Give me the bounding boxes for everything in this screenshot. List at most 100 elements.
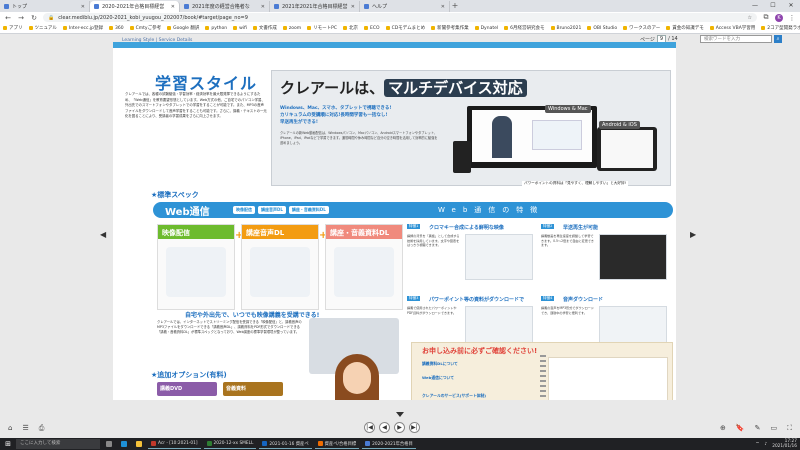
home-icon[interactable]: ⌂ — [8, 424, 12, 433]
feature-number: 特徴2 — [541, 224, 555, 229]
menu-icon[interactable]: ⋮ — [788, 14, 796, 22]
bookmark-item[interactable]: ワークスのアー — [623, 25, 660, 31]
taskbar-app[interactable]: 2020-2021年合格目 — [362, 439, 416, 449]
search-icon[interactable]: ⌕ — [774, 35, 782, 43]
bookmark-folder-icon — [504, 26, 509, 30]
feature-title: クロマキー合成による鮮明な映像 — [429, 225, 504, 231]
tab-title: 2020-2021年合格目標経営 — [102, 4, 165, 10]
close-icon[interactable]: ✕ — [261, 4, 265, 10]
bookmark-item[interactable]: 北京 — [343, 25, 358, 31]
feature-title: 早送再生が可能 — [563, 225, 599, 231]
page-slider-handle[interactable] — [396, 412, 404, 417]
extensions-icon[interactable]: ⧉ — [762, 13, 770, 22]
bookmark-item[interactable]: Inter-ecc.jp登録 — [62, 25, 103, 31]
bookmark-item[interactable]: zoom — [282, 26, 301, 31]
prev-page-arrow-icon[interactable]: ◀ — [100, 230, 106, 239]
minimize-icon[interactable]: — — [746, 0, 764, 12]
bookmark-folder-icon — [62, 26, 67, 30]
bookmark-item[interactable]: 360 — [109, 26, 124, 31]
card-title: 講座音声DL — [242, 225, 318, 239]
first-page-button[interactable]: |◀ — [364, 422, 375, 433]
bookmark-item[interactable]: 2コア型開発ラボ — [761, 25, 800, 31]
feature-text: 講義で使用されたパワーポイントやPDF資料がダウンロードできます。 — [407, 306, 457, 315]
edge-icon[interactable] — [118, 439, 130, 449]
new-tab-button[interactable]: + — [450, 1, 460, 12]
print-icon[interactable]: ⎙ — [39, 424, 45, 433]
bookmark-item[interactable]: Bruno2021 — [550, 26, 581, 31]
back-icon[interactable]: ← — [4, 14, 12, 22]
network-icon[interactable]: ⌔ — [755, 441, 759, 447]
taskbar-search-input[interactable]: ここに入力して検索 — [16, 439, 100, 449]
pen-icon[interactable]: ✎ — [755, 424, 761, 433]
last-page-button[interactable]: ▶| — [409, 422, 420, 433]
task-view-icon[interactable] — [103, 439, 115, 449]
web-tag: 講座・音義資料DL — [288, 206, 329, 214]
bookmark-folder-icon — [3, 26, 7, 30]
bookmark-item[interactable]: リモートPC — [307, 25, 337, 31]
explorer-icon[interactable] — [133, 439, 145, 449]
close-icon[interactable]: ✕ — [441, 4, 445, 10]
bookmark-item[interactable]: 6月経営研究会モ — [504, 25, 545, 31]
next-page-button[interactable]: ▶ — [394, 422, 405, 433]
card-title: 映像配信 — [158, 225, 234, 239]
notice-title: お申し込み前に必ずご確認ください! — [422, 347, 538, 355]
banner-bullets: Windows、Mac、スマホ、タブレットで視聴できる! カリキュラムの受講順に… — [280, 105, 440, 126]
bookmark-item[interactable]: wifi — [233, 26, 247, 31]
bookmark-item[interactable]: アプリ — [3, 25, 23, 31]
tab-title: ヘルプ — [372, 4, 388, 10]
forward-icon[interactable]: → — [17, 14, 25, 22]
taskbar-app[interactable]: 資産ペ/合格目標 — [314, 439, 360, 449]
clock[interactable]: 17:27 2021/01/16 — [772, 439, 797, 449]
browser-tab-active[interactable]: 2020-2021年合格目標経営 ✕ — [90, 1, 180, 12]
volume-icon[interactable]: ♪ — [764, 442, 767, 447]
tablet-icon — [334, 247, 394, 297]
tagline: 自宅や外出先で、いつでも映像講義を受講できる! — [185, 312, 320, 319]
toc-icon[interactable]: ☰ — [22, 424, 28, 433]
browser-tab[interactable]: 2021年2021年合格目標経営 ✕ — [270, 1, 360, 12]
taskbar-app[interactable]: 2020-12-xx SMELL — [203, 439, 257, 449]
bookmark-item[interactable]: 文書作成 — [252, 25, 277, 31]
close-icon[interactable]: ✕ — [81, 4, 85, 10]
browser-tab[interactable]: トップ ✕ — [0, 1, 90, 12]
star-icon[interactable]: ☆ — [748, 15, 752, 21]
windows-taskbar: ⊞ ここに入力して検索 Acr - [10:2021-01] 2020-12-x… — [0, 438, 800, 450]
next-page-arrow-icon[interactable]: ▶ — [690, 230, 696, 239]
bookmark-item[interactable]: python — [205, 26, 227, 31]
prev-page-button[interactable]: ◀ — [379, 422, 390, 433]
bookmark-item[interactable]: Cmtyご参考 — [129, 25, 161, 31]
taskbar-app[interactable]: 2021-01-16 資産ペ — [259, 439, 312, 449]
bookmark-item[interactable]: 賃金の知識デモ — [666, 25, 704, 31]
bookmark-item[interactable]: ECO — [364, 26, 380, 31]
memo-icon[interactable]: ▭ — [770, 424, 777, 433]
browser-tab[interactable]: ヘルプ ✕ — [360, 1, 450, 12]
browser-tab[interactable]: 2021年度の経営合格者な ✕ — [180, 1, 270, 12]
windows-start-icon[interactable]: ⊞ — [3, 439, 13, 449]
banner-title: クレアールは、 マルチデバイス対応 — [280, 77, 527, 98]
close-icon[interactable]: ✕ — [351, 4, 355, 10]
bookmark-item[interactable]: Access VBA学習用 — [709, 25, 755, 31]
avatar[interactable]: K — [775, 13, 783, 22]
bookmark-item[interactable]: CDモデムまとめ — [385, 25, 425, 31]
viewer-search-input[interactable]: 検索ワードを入力 — [700, 35, 772, 43]
taskbar-app[interactable]: Acr - [10:2021-01] — [148, 439, 201, 449]
bookmark-item[interactable]: Google 翻訳 — [167, 25, 199, 31]
viewer-toolbar: ⌂ ☰ ⎙ |◀ ◀ ▶ ▶| ⊕ 🔖 ✎ ▭ ⛶ — [0, 402, 800, 438]
bookmark-item[interactable]: ツニュアル — [28, 25, 57, 31]
bookmark-item[interactable]: OBI Studio — [587, 26, 617, 31]
toolbar-right: ⊕ 🔖 ✎ ▭ ⛶ — [720, 424, 792, 433]
feature-item: 特徴1 クロマキー合成による鮮明な映像 講師の背景を「黒板」として合成する技術を… — [407, 224, 535, 290]
tab-title: 2021年度の経営合格者な — [192, 4, 250, 10]
reload-icon[interactable]: ↻ — [30, 14, 38, 22]
url-input[interactable]: 🔒 clear.mediblu.jp/2020-2021_kobi_yuugou… — [43, 13, 757, 22]
close-icon[interactable]: ✕ — [171, 4, 175, 10]
monitor-image — [467, 106, 597, 168]
bookmark-item[interactable]: 新聞参考集作業 — [431, 25, 469, 31]
maximize-icon[interactable]: ☐ — [764, 0, 782, 12]
bookmark-item[interactable]: Dynatel — [474, 26, 498, 31]
close-window-icon[interactable]: ✕ — [782, 0, 800, 12]
zoom-icon[interactable]: ⊕ — [720, 424, 726, 433]
bookmark-icon[interactable]: 🔖 — [736, 424, 745, 433]
laptop-icon — [166, 247, 226, 297]
tab-title: トップ — [12, 4, 28, 10]
fullscreen-icon[interactable]: ⛶ — [787, 424, 792, 433]
